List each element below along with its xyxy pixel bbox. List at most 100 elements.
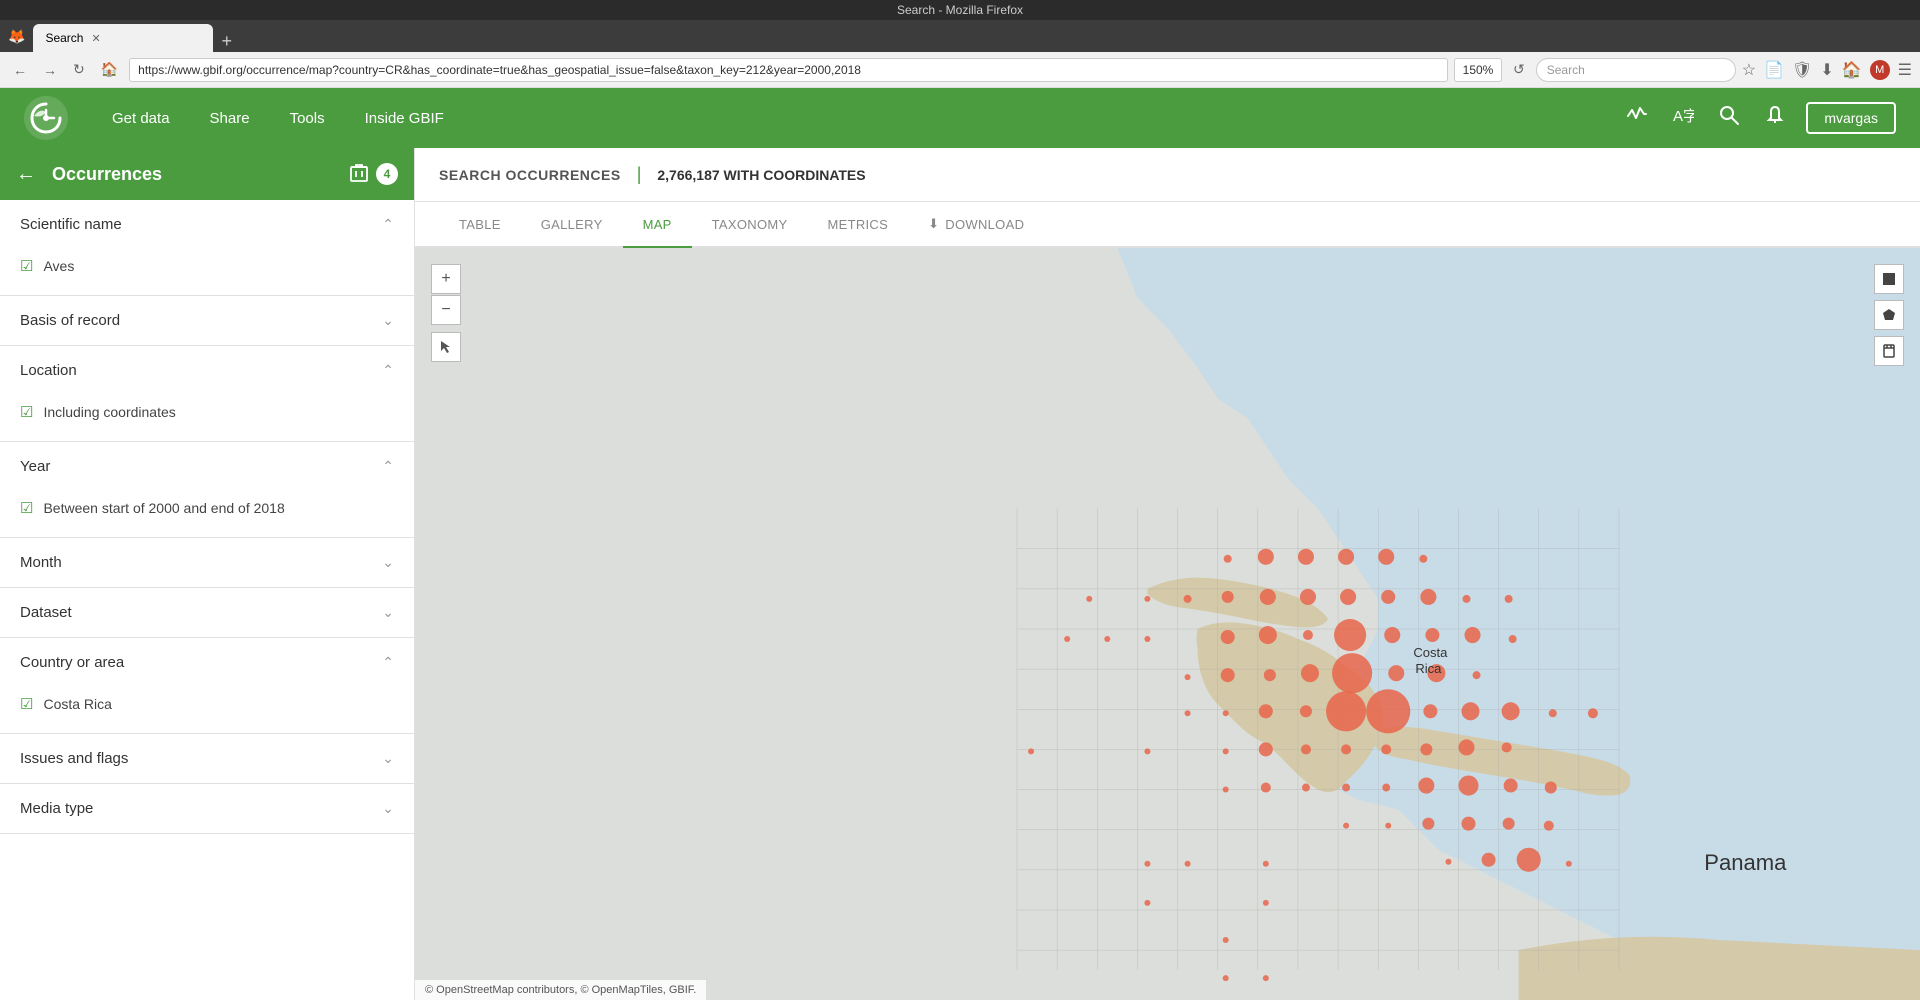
filter-location-chevron: ⌃: [382, 362, 394, 379]
toolbar-icons: ☆ 📄 🛡 ⬇ 🏠 M ☰: [1742, 60, 1912, 80]
filter-month-header[interactable]: Month ⌄: [0, 538, 414, 587]
filter-scientific-name-header[interactable]: Scientific name ⌃: [0, 200, 414, 249]
coords-checkbox[interactable]: ☑: [20, 403, 33, 421]
filter-location-header[interactable]: Location ⌃: [0, 346, 414, 395]
shape-square-btn[interactable]: [1874, 264, 1904, 294]
filter-issues: Issues and flags ⌄: [0, 734, 414, 784]
zoom-out-btn[interactable]: −: [431, 295, 461, 325]
filter-country-label: Country or area: [20, 654, 124, 671]
search-placeholder: Search: [1547, 63, 1585, 77]
filter-basis-of-record: Basis of record ⌄: [0, 296, 414, 346]
shape-delete-btn[interactable]: [1874, 336, 1904, 366]
filter-month: Month ⌄: [0, 538, 414, 588]
filter-scientific-name-label: Scientific name: [20, 216, 122, 233]
translate-icon-btn[interactable]: A字: [1668, 100, 1698, 136]
profile-icon[interactable]: M: [1870, 60, 1890, 80]
costa-rica-checkbox[interactable]: ☑: [20, 695, 33, 713]
filter-item-aves: ☑ Aves: [20, 253, 394, 279]
reload-btn[interactable]: ↺: [1508, 59, 1530, 80]
filter-country-header[interactable]: Country or area ⌃: [0, 638, 414, 687]
filter-year-label: Year: [20, 458, 50, 475]
sidebar-title: Occurrences: [52, 164, 342, 185]
filter-media-type-label: Media type: [20, 800, 93, 817]
filter-month-chevron: ⌄: [382, 554, 394, 571]
new-tab-btn[interactable]: +: [213, 31, 240, 52]
browser-tab-active[interactable]: Search ✕: [33, 24, 213, 52]
filter-year: Year ⌃ ☑ Between start of 2000 and end o…: [0, 442, 414, 538]
filter-country-content: ☑ Costa Rica: [0, 687, 414, 733]
filter-location-label: Location: [20, 362, 77, 379]
filter-item-coords: ☑ Including coordinates: [20, 399, 394, 425]
filter-dataset: Dataset ⌄: [0, 588, 414, 638]
map-controls-right: [1874, 264, 1904, 366]
nav-share[interactable]: Share: [190, 88, 270, 148]
address-bar[interactable]: https://www.gbif.org/occurrence/map?coun…: [129, 58, 1448, 82]
browser-title-bar: Search - Mozilla Firefox: [0, 0, 1920, 20]
gbif-navbar: Get data Share Tools Inside GBIF A字 mvar…: [0, 88, 1920, 148]
costa-rica-label: Costa Rica: [43, 696, 111, 712]
filter-issues-chevron: ⌄: [382, 750, 394, 767]
filter-basis-chevron: ⌄: [382, 312, 394, 329]
map-container[interactable]: Panama Costa Rica + −: [415, 248, 1920, 1000]
sidebar-filter-count: 4: [376, 163, 398, 185]
zoom-in-btn[interactable]: +: [431, 264, 461, 294]
sidebar-back-btn[interactable]: ←: [16, 163, 36, 186]
filter-media-type-chevron: ⌄: [382, 800, 394, 817]
refresh-btn[interactable]: ↻: [68, 59, 90, 80]
tab-taxonomy[interactable]: TAXONOMY: [692, 202, 808, 248]
map-background: [415, 248, 1920, 1000]
browser-search-box[interactable]: Search: [1536, 58, 1736, 82]
gbif-nav-right: A字 mvargas: [1622, 100, 1896, 136]
home-toolbar-icon[interactable]: 🏠: [1842, 60, 1862, 80]
filter-issues-header[interactable]: Issues and flags ⌄: [0, 734, 414, 783]
download-icon: ⬇: [928, 216, 939, 232]
year-range-checkbox[interactable]: ☑: [20, 499, 33, 517]
main-layout: ← Occurrences 4 Scientific name ⌃ ☑ Aves: [0, 148, 1920, 1000]
content-area: SEARCH OCCURRENCES | 2,766,187 WITH COOR…: [415, 148, 1920, 1000]
tab-close-btn[interactable]: ✕: [91, 32, 100, 45]
address-bar-row: ← → ↻ 🏠 https://www.gbif.org/occurrence/…: [0, 52, 1920, 88]
activity-icon-btn[interactable]: [1622, 100, 1652, 136]
shape-pentagon-btn[interactable]: [1874, 300, 1904, 330]
select-tool-btn[interactable]: [431, 332, 461, 362]
filter-media-type-header[interactable]: Media type ⌄: [0, 784, 414, 833]
filter-location: Location ⌃ ☑ Including coordinates: [0, 346, 414, 442]
tab-gallery[interactable]: GALLERY: [521, 202, 623, 248]
address-url: https://www.gbif.org/occurrence/map?coun…: [138, 63, 861, 77]
gbif-nav-links: Get data Share Tools Inside GBIF: [92, 88, 1622, 148]
filter-basis-label: Basis of record: [20, 312, 120, 329]
filter-month-label: Month: [20, 554, 62, 571]
filter-scientific-name: Scientific name ⌃ ☑ Aves: [0, 200, 414, 296]
aves-checkbox[interactable]: ☑: [20, 257, 33, 275]
tab-download[interactable]: ⬇ DOWNLOAD: [908, 202, 1044, 248]
nav-tools[interactable]: Tools: [270, 88, 345, 148]
search-icon-btn[interactable]: [1714, 100, 1744, 136]
back-btn[interactable]: ←: [8, 60, 32, 80]
tab-map[interactable]: MAP: [623, 202, 692, 248]
tab-label: Search: [45, 31, 83, 45]
filter-issues-label: Issues and flags: [20, 750, 128, 767]
nav-get-data[interactable]: Get data: [92, 88, 190, 148]
filter-basis-header[interactable]: Basis of record ⌄: [0, 296, 414, 345]
forward-btn[interactable]: →: [38, 60, 62, 80]
filter-dataset-label: Dataset: [20, 604, 72, 621]
browser-tabs: Search ✕ +: [33, 20, 1912, 52]
filter-year-header[interactable]: Year ⌃: [0, 442, 414, 491]
tab-table[interactable]: TABLE: [439, 202, 521, 248]
aves-label: Aves: [43, 258, 74, 274]
tab-metrics[interactable]: METRICS: [807, 202, 908, 248]
gbif-logo[interactable]: [24, 96, 68, 140]
download-toolbar-icon[interactable]: ⬇: [1820, 60, 1833, 80]
svg-text:A字: A字: [1673, 108, 1694, 125]
sidebar-trash-icon[interactable]: [350, 162, 368, 187]
nav-inside-gbif[interactable]: Inside GBIF: [345, 88, 464, 148]
star-icon[interactable]: ☆: [1742, 60, 1756, 80]
user-profile-btn[interactable]: mvargas: [1806, 102, 1896, 134]
reader-icon[interactable]: 📄: [1764, 60, 1784, 80]
filter-dataset-header[interactable]: Dataset ⌄: [0, 588, 414, 637]
home-btn[interactable]: 🏠: [96, 59, 123, 80]
notification-icon-btn[interactable]: [1760, 100, 1790, 136]
map-attribution: © OpenStreetMap contributors, © OpenMapT…: [415, 980, 706, 1000]
menu-icon[interactable]: ☰: [1898, 60, 1912, 80]
browser-chrome: 🦊 Search ✕ +: [0, 20, 1920, 52]
